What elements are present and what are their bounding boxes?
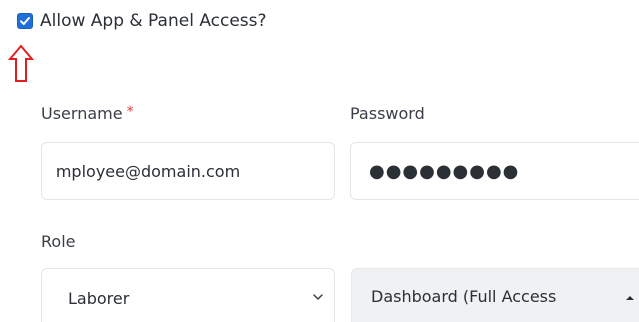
dashboard-access-dropdown[interactable]: Dashboard (Full Access bbox=[351, 268, 639, 322]
password-label: Password bbox=[350, 104, 425, 123]
permissions-form: Allow App & Panel Access? Username* Pass… bbox=[0, 0, 639, 322]
username-label-text: Username bbox=[41, 104, 123, 123]
dashboard-access-label: Dashboard (Full Access bbox=[371, 287, 557, 306]
username-input[interactable] bbox=[41, 142, 335, 200]
checkmark-icon bbox=[20, 17, 30, 25]
up-arrow-icon bbox=[8, 44, 34, 82]
role-select[interactable]: Laborer bbox=[41, 268, 335, 322]
password-input[interactable] bbox=[350, 142, 639, 200]
username-label: Username * bbox=[41, 104, 134, 125]
allow-access-label[interactable]: Allow App & Panel Access? bbox=[40, 10, 267, 32]
chevron-down-icon bbox=[313, 294, 323, 300]
caret-up-icon bbox=[626, 296, 634, 300]
allow-access-checkbox[interactable] bbox=[17, 13, 33, 29]
role-label: Role bbox=[41, 232, 76, 251]
required-mark: * bbox=[126, 104, 134, 120]
role-selected-value: Laborer bbox=[68, 289, 130, 308]
